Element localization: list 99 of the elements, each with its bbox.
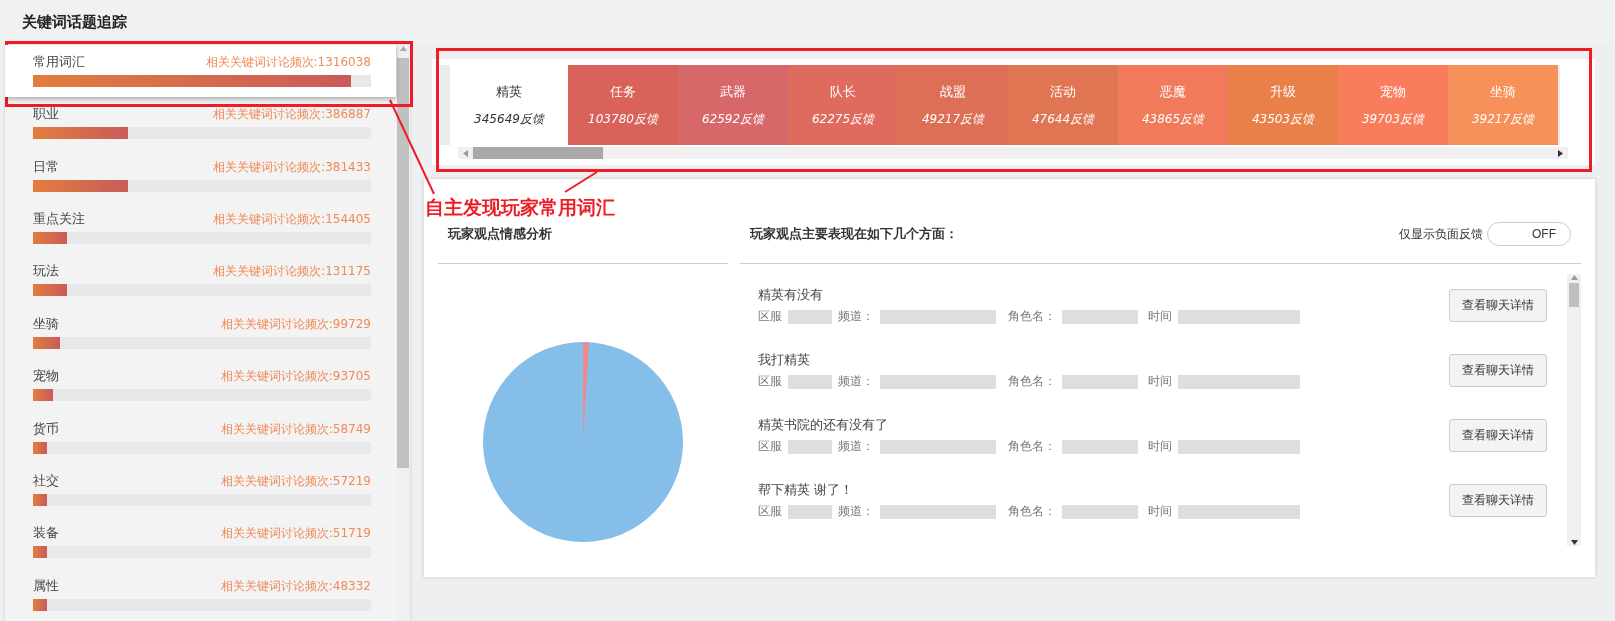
tab-label: 武器 bbox=[720, 82, 746, 101]
keyword-count: 相关关键词讨论频次:1316038 bbox=[205, 54, 371, 71]
keyword-count: 相关关键词讨论频次:57219 bbox=[220, 472, 371, 490]
horizontal-scrollbar[interactable] bbox=[458, 147, 1568, 159]
scroll-right-icon[interactable] bbox=[1557, 148, 1564, 158]
tab-count: 39217反馈 bbox=[1471, 110, 1535, 128]
leader-line bbox=[563, 170, 599, 194]
meta-label: 区服 bbox=[758, 503, 782, 520]
keyword-name: 属性 bbox=[33, 576, 59, 595]
tab-label: 宠物 bbox=[1380, 82, 1406, 101]
meta-label: 时间 bbox=[1148, 503, 1172, 520]
meta-label: 时间 bbox=[1148, 373, 1172, 390]
view-chat-button[interactable]: 查看聊天详情 bbox=[1449, 419, 1547, 452]
keyword-name: 宠物 bbox=[33, 367, 59, 386]
toggle-switch[interactable]: OFF bbox=[1487, 222, 1571, 246]
keyword-item[interactable]: 日常 相关关键词讨论频次:381433 bbox=[5, 149, 396, 203]
keyword-name: 职业 bbox=[33, 105, 59, 124]
keyword-count: 相关关键词讨论频次:131175 bbox=[213, 263, 371, 281]
keyword-item[interactable]: 货币 相关关键词讨论频次:58749 bbox=[5, 411, 396, 464]
scroll-up-icon[interactable] bbox=[1569, 274, 1579, 281]
keyword-item[interactable]: 常用词汇 相关关键词讨论频次:1316038 bbox=[5, 45, 396, 98]
keyword-item[interactable]: 宠物 相关关键词讨论频次:93705 bbox=[5, 359, 396, 412]
keyword-count: 相关关键词讨论频次:99729 bbox=[220, 315, 371, 333]
keyword-name: 货币 bbox=[33, 419, 59, 438]
keyword-name: 重点关注 bbox=[33, 210, 85, 229]
tab-label: 队长 bbox=[830, 82, 856, 101]
scroll-thumb[interactable] bbox=[473, 147, 603, 159]
tab-count: 39703反馈 bbox=[1361, 110, 1425, 128]
topic-tab[interactable]: 精英 345649反馈 bbox=[450, 65, 568, 145]
meta-label: 区服 bbox=[758, 373, 782, 390]
meta-label: 角色名： bbox=[1008, 503, 1056, 520]
keyword-count: 相关关键词讨论频次:386887 bbox=[213, 106, 371, 124]
tab-count: 103780反馈 bbox=[588, 110, 658, 128]
keyword-name: 常用词汇 bbox=[33, 53, 85, 71]
scroll-thumb[interactable] bbox=[1569, 283, 1579, 307]
tab-label: 战盟 bbox=[940, 82, 966, 101]
keyword-item[interactable]: 重点关注 相关关键词讨论频次:154405 bbox=[5, 202, 396, 255]
keyword-count: 相关关键词讨论频次:51719 bbox=[220, 525, 371, 543]
tab-label: 精英 bbox=[496, 82, 522, 101]
tab-label: 升级 bbox=[1270, 82, 1296, 101]
keyword-count: 相关关键词讨论频次:381433 bbox=[213, 158, 371, 176]
tab-count: 345649反馈 bbox=[474, 110, 544, 128]
filter-label: 仅显示负面反馈 bbox=[1399, 225, 1483, 243]
view-chat-button[interactable]: 查看聊天详情 bbox=[1449, 484, 1547, 517]
meta-label: 时间 bbox=[1148, 438, 1172, 455]
tab-count: 62592反馈 bbox=[701, 110, 765, 128]
redacted-bar bbox=[788, 309, 832, 324]
meta-label: 区服 bbox=[758, 308, 782, 325]
meta-label: 频道： bbox=[838, 438, 874, 455]
scroll-left-icon[interactable] bbox=[462, 148, 469, 158]
feedback-text: 帮下精英 谢了！ bbox=[758, 481, 855, 499]
view-chat-button[interactable]: 查看聊天详情 bbox=[1449, 289, 1547, 322]
scrollbar[interactable] bbox=[1567, 274, 1581, 546]
keyword-item[interactable]: 属性 相关关键词讨论频次:48332 bbox=[5, 568, 396, 621]
tab-label: 恶魔 bbox=[1160, 82, 1186, 101]
keyword-count: 相关关键词讨论频次:154405 bbox=[213, 211, 371, 229]
tab-count: 43865反馈 bbox=[1141, 110, 1205, 128]
tab-count: 43503反馈 bbox=[1251, 110, 1315, 128]
meta-label: 频道： bbox=[838, 373, 874, 390]
tab-label: 坐骑 bbox=[1490, 82, 1516, 101]
meta-label: 频道： bbox=[838, 308, 874, 325]
tab-count: 49217反馈 bbox=[921, 110, 985, 128]
tab-count: 47644反馈 bbox=[1031, 110, 1095, 128]
section-title: 玩家观点情感分析 bbox=[448, 225, 552, 243]
meta-label: 角色名： bbox=[1008, 438, 1056, 455]
keyword-name: 坐骑 bbox=[33, 314, 59, 333]
keyword-item[interactable]: 坐骑 相关关键词讨论频次:99729 bbox=[5, 306, 396, 360]
scrollbar[interactable] bbox=[396, 45, 410, 621]
section-title: 玩家观点主要表现在如下几个方面： bbox=[750, 225, 958, 243]
scroll-thumb[interactable] bbox=[397, 58, 409, 468]
tab-count: 62275反馈 bbox=[811, 110, 875, 128]
feedback-text: 精英书院的还有没有了 bbox=[758, 416, 889, 434]
meta-label: 时间 bbox=[1148, 308, 1172, 325]
keyword-count: 相关关键词讨论频次:58749 bbox=[220, 420, 371, 438]
meta-label: 角色名： bbox=[1008, 308, 1056, 325]
keyword-count: 相关关键词讨论频次:48332 bbox=[220, 577, 371, 595]
topic-tab[interactable]: 任务 103780反馈 bbox=[568, 65, 678, 145]
redacted-bar bbox=[788, 374, 832, 389]
keyword-name: 玩法 bbox=[33, 262, 59, 281]
redacted-bar bbox=[788, 504, 832, 519]
feedback-text: 我打精英 bbox=[758, 351, 811, 369]
meta-label: 角色名： bbox=[1008, 373, 1056, 390]
keyword-item[interactable]: 装备 相关关键词讨论频次:51719 bbox=[5, 516, 396, 569]
meta-label: 区服 bbox=[758, 438, 782, 455]
keyword-item[interactable]: 玩法 相关关键词讨论频次:131175 bbox=[5, 254, 396, 307]
keyword-name: 日常 bbox=[33, 157, 59, 176]
meta-label: 频道： bbox=[838, 503, 874, 520]
redacted-bar bbox=[788, 439, 832, 454]
scroll-down-icon[interactable] bbox=[1569, 539, 1579, 546]
keyword-count: 相关关键词讨论频次:93705 bbox=[220, 368, 371, 386]
keyword-name: 社交 bbox=[33, 471, 59, 490]
keyword-name: 装备 bbox=[33, 524, 59, 543]
tab-label: 任务 bbox=[610, 82, 636, 101]
keyword-item[interactable]: 社交 相关关键词讨论频次:57219 bbox=[5, 463, 396, 517]
feedback-text: 精英有没有 bbox=[758, 286, 824, 304]
keyword-item[interactable]: 职业 相关关键词讨论频次:386887 bbox=[5, 97, 396, 150]
annotation-text: 自主发现玩家常用词汇 bbox=[425, 195, 615, 220]
tab-label: 活动 bbox=[1050, 82, 1076, 101]
view-chat-button[interactable]: 查看聊天详情 bbox=[1449, 354, 1547, 387]
